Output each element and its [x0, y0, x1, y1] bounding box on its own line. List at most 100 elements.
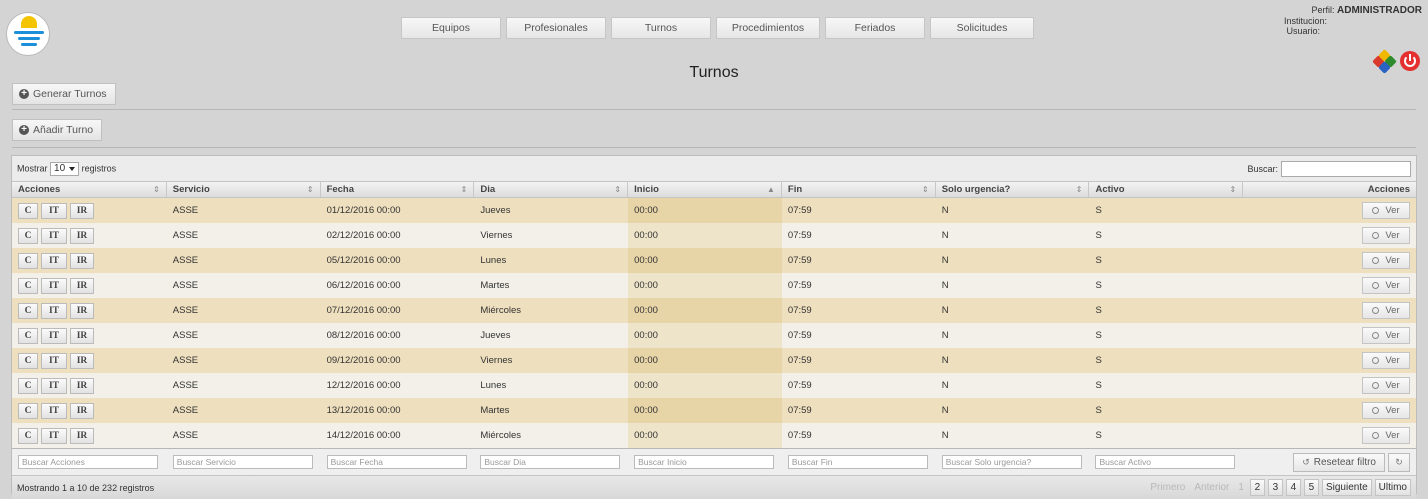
- row-ir-button[interactable]: IR: [70, 277, 94, 294]
- reset-filter-button[interactable]: ↺ Resetear filtro: [1293, 452, 1385, 472]
- row-it-button[interactable]: IT: [41, 302, 67, 319]
- row-it-button[interactable]: IT: [41, 427, 67, 444]
- row-it-button[interactable]: IT: [41, 377, 67, 394]
- filter-input[interactable]: Buscar Inicio: [634, 455, 775, 469]
- cell-dia: Jueves: [480, 205, 511, 216]
- nav-procedimientos[interactable]: Procedimientos: [716, 17, 820, 39]
- cell-fin: 07:59: [787, 430, 812, 441]
- view-icon: [1372, 307, 1380, 314]
- ver-label: Ver: [1385, 305, 1400, 316]
- cell-fecha: 05/12/2016 00:00: [326, 255, 401, 266]
- row-ir-button[interactable]: IR: [70, 327, 94, 344]
- column-header[interactable]: Solo urgencia? ⇕: [936, 182, 1090, 197]
- column-header[interactable]: Activo ⇕: [1089, 182, 1244, 197]
- cell-dia: Miércoles: [480, 430, 521, 441]
- pager-page[interactable]: 3: [1267, 479, 1283, 496]
- row-ir-button[interactable]: IR: [70, 252, 94, 269]
- filter-input[interactable]: Buscar Dia: [480, 455, 621, 469]
- search-control: Buscar:: [1247, 160, 1411, 177]
- table-info: Mostrando 1 a 10 de 232 registros: [17, 482, 155, 493]
- filter-input[interactable]: Buscar Fecha: [326, 455, 467, 469]
- table-body: C IT IR ASSE 01/12/2016 00:00 Jueves 00:00 07:5…: [12, 198, 1416, 448]
- row-c-button[interactable]: C: [18, 402, 38, 419]
- column-header[interactable]: Acciones ⇕: [12, 182, 167, 197]
- sort-icon: ⇕: [1075, 185, 1083, 194]
- pager-page[interactable]: 4: [1285, 479, 1301, 496]
- row-c-button[interactable]: C: [18, 427, 38, 444]
- nav-turnos[interactable]: Turnos: [611, 17, 711, 39]
- row-c-button[interactable]: C: [18, 202, 38, 219]
- column-header[interactable]: Fecha ⇕: [321, 182, 475, 197]
- length-select[interactable]: 10: [50, 161, 80, 176]
- ver-label: Ver: [1385, 355, 1400, 366]
- nav-solicitudes[interactable]: Solicitudes: [930, 17, 1034, 39]
- row-it-button[interactable]: IT: [41, 252, 67, 269]
- table-row: C IT IR ASSE 14/12/2016 00:00 Miércoles 00:00 0…: [12, 423, 1416, 448]
- column-header[interactable]: Dia ⇕: [474, 182, 629, 197]
- ver-button[interactable]: Ver: [1362, 427, 1410, 444]
- row-c-button[interactable]: C: [18, 352, 38, 369]
- row-c-button[interactable]: C: [18, 302, 38, 319]
- row-ir-button[interactable]: IR: [70, 427, 94, 444]
- anadir-turno-button[interactable]: + Añadir Turno: [12, 119, 103, 141]
- column-label: Acciones: [1367, 184, 1410, 195]
- pager-next[interactable]: Siguiente: [1321, 479, 1372, 496]
- row-ir-button[interactable]: IR: [70, 402, 94, 419]
- ver-button[interactable]: Ver: [1362, 277, 1410, 294]
- row-c-button[interactable]: C: [18, 227, 38, 244]
- pager-prev[interactable]: Anterior: [1191, 482, 1232, 493]
- ver-button[interactable]: Ver: [1362, 352, 1410, 369]
- pager-first[interactable]: Primero: [1147, 482, 1188, 493]
- row-ver-cell: Ver: [1243, 398, 1416, 423]
- ver-button[interactable]: Ver: [1362, 302, 1410, 319]
- row-c-button[interactable]: C: [18, 252, 38, 269]
- row-ir-button[interactable]: IR: [70, 302, 94, 319]
- ver-button[interactable]: Ver: [1362, 327, 1410, 344]
- ver-button[interactable]: Ver: [1362, 377, 1410, 394]
- row-it-button[interactable]: IT: [41, 202, 67, 219]
- row-ir-button[interactable]: IR: [70, 202, 94, 219]
- row-ir-button[interactable]: IR: [70, 227, 94, 244]
- row-it-button[interactable]: IT: [41, 352, 67, 369]
- pager-last[interactable]: Ultimo: [1374, 479, 1411, 496]
- filter-input[interactable]: Buscar Solo urgencia?: [941, 455, 1082, 469]
- nav-feriados[interactable]: Feriados: [825, 17, 925, 39]
- row-it-button[interactable]: IT: [41, 277, 67, 294]
- row-it-button[interactable]: IT: [41, 327, 67, 344]
- cell-fin: 07:59: [787, 380, 812, 391]
- ver-button[interactable]: Ver: [1362, 402, 1410, 419]
- generar-turnos-button[interactable]: + Generar Turnos: [12, 83, 116, 105]
- row-c-button[interactable]: C: [18, 277, 38, 294]
- row-c-button[interactable]: C: [18, 377, 38, 394]
- filter-input[interactable]: Buscar Servicio: [172, 455, 313, 469]
- filter-input[interactable]: Buscar Activo: [1095, 455, 1236, 469]
- cell-dia: Viernes: [480, 230, 513, 241]
- row-ir-button[interactable]: IR: [70, 352, 94, 369]
- pager-page[interactable]: 5: [1303, 479, 1319, 496]
- row-c-button[interactable]: C: [18, 327, 38, 344]
- column-header[interactable]: Fin ⇕: [782, 182, 936, 197]
- row-ir-button[interactable]: IR: [70, 377, 94, 394]
- row-it-button[interactable]: IT: [41, 227, 67, 244]
- filter-input[interactable]: Buscar Acciones: [18, 455, 158, 469]
- cell-urgencia: N: [941, 205, 949, 216]
- column-header[interactable]: Acciones: [1243, 182, 1416, 197]
- nav-profesionales[interactable]: Profesionales: [506, 17, 606, 39]
- nav-equipos[interactable]: Equipos: [401, 17, 501, 39]
- logo-wave: [14, 31, 44, 34]
- pager-page[interactable]: 2: [1249, 479, 1265, 496]
- filter-input[interactable]: Buscar Fin: [787, 455, 928, 469]
- search-input[interactable]: [1281, 160, 1411, 177]
- column-header[interactable]: Servicio ⇕: [167, 182, 321, 197]
- ver-button[interactable]: Ver: [1362, 227, 1410, 244]
- logo[interactable]: [6, 12, 50, 56]
- row-it-button[interactable]: IT: [41, 402, 67, 419]
- ver-button[interactable]: Ver: [1362, 252, 1410, 269]
- ver-button[interactable]: Ver: [1362, 202, 1410, 219]
- generar-turnos-label: Generar Turnos: [33, 88, 107, 100]
- refresh-button[interactable]: ↻: [1388, 452, 1410, 472]
- cell-inicio: 00:00: [628, 398, 782, 423]
- column-header[interactable]: Inicio ▲: [628, 182, 782, 197]
- cell-activo: S: [1095, 280, 1102, 291]
- column-label: Dia: [480, 184, 496, 195]
